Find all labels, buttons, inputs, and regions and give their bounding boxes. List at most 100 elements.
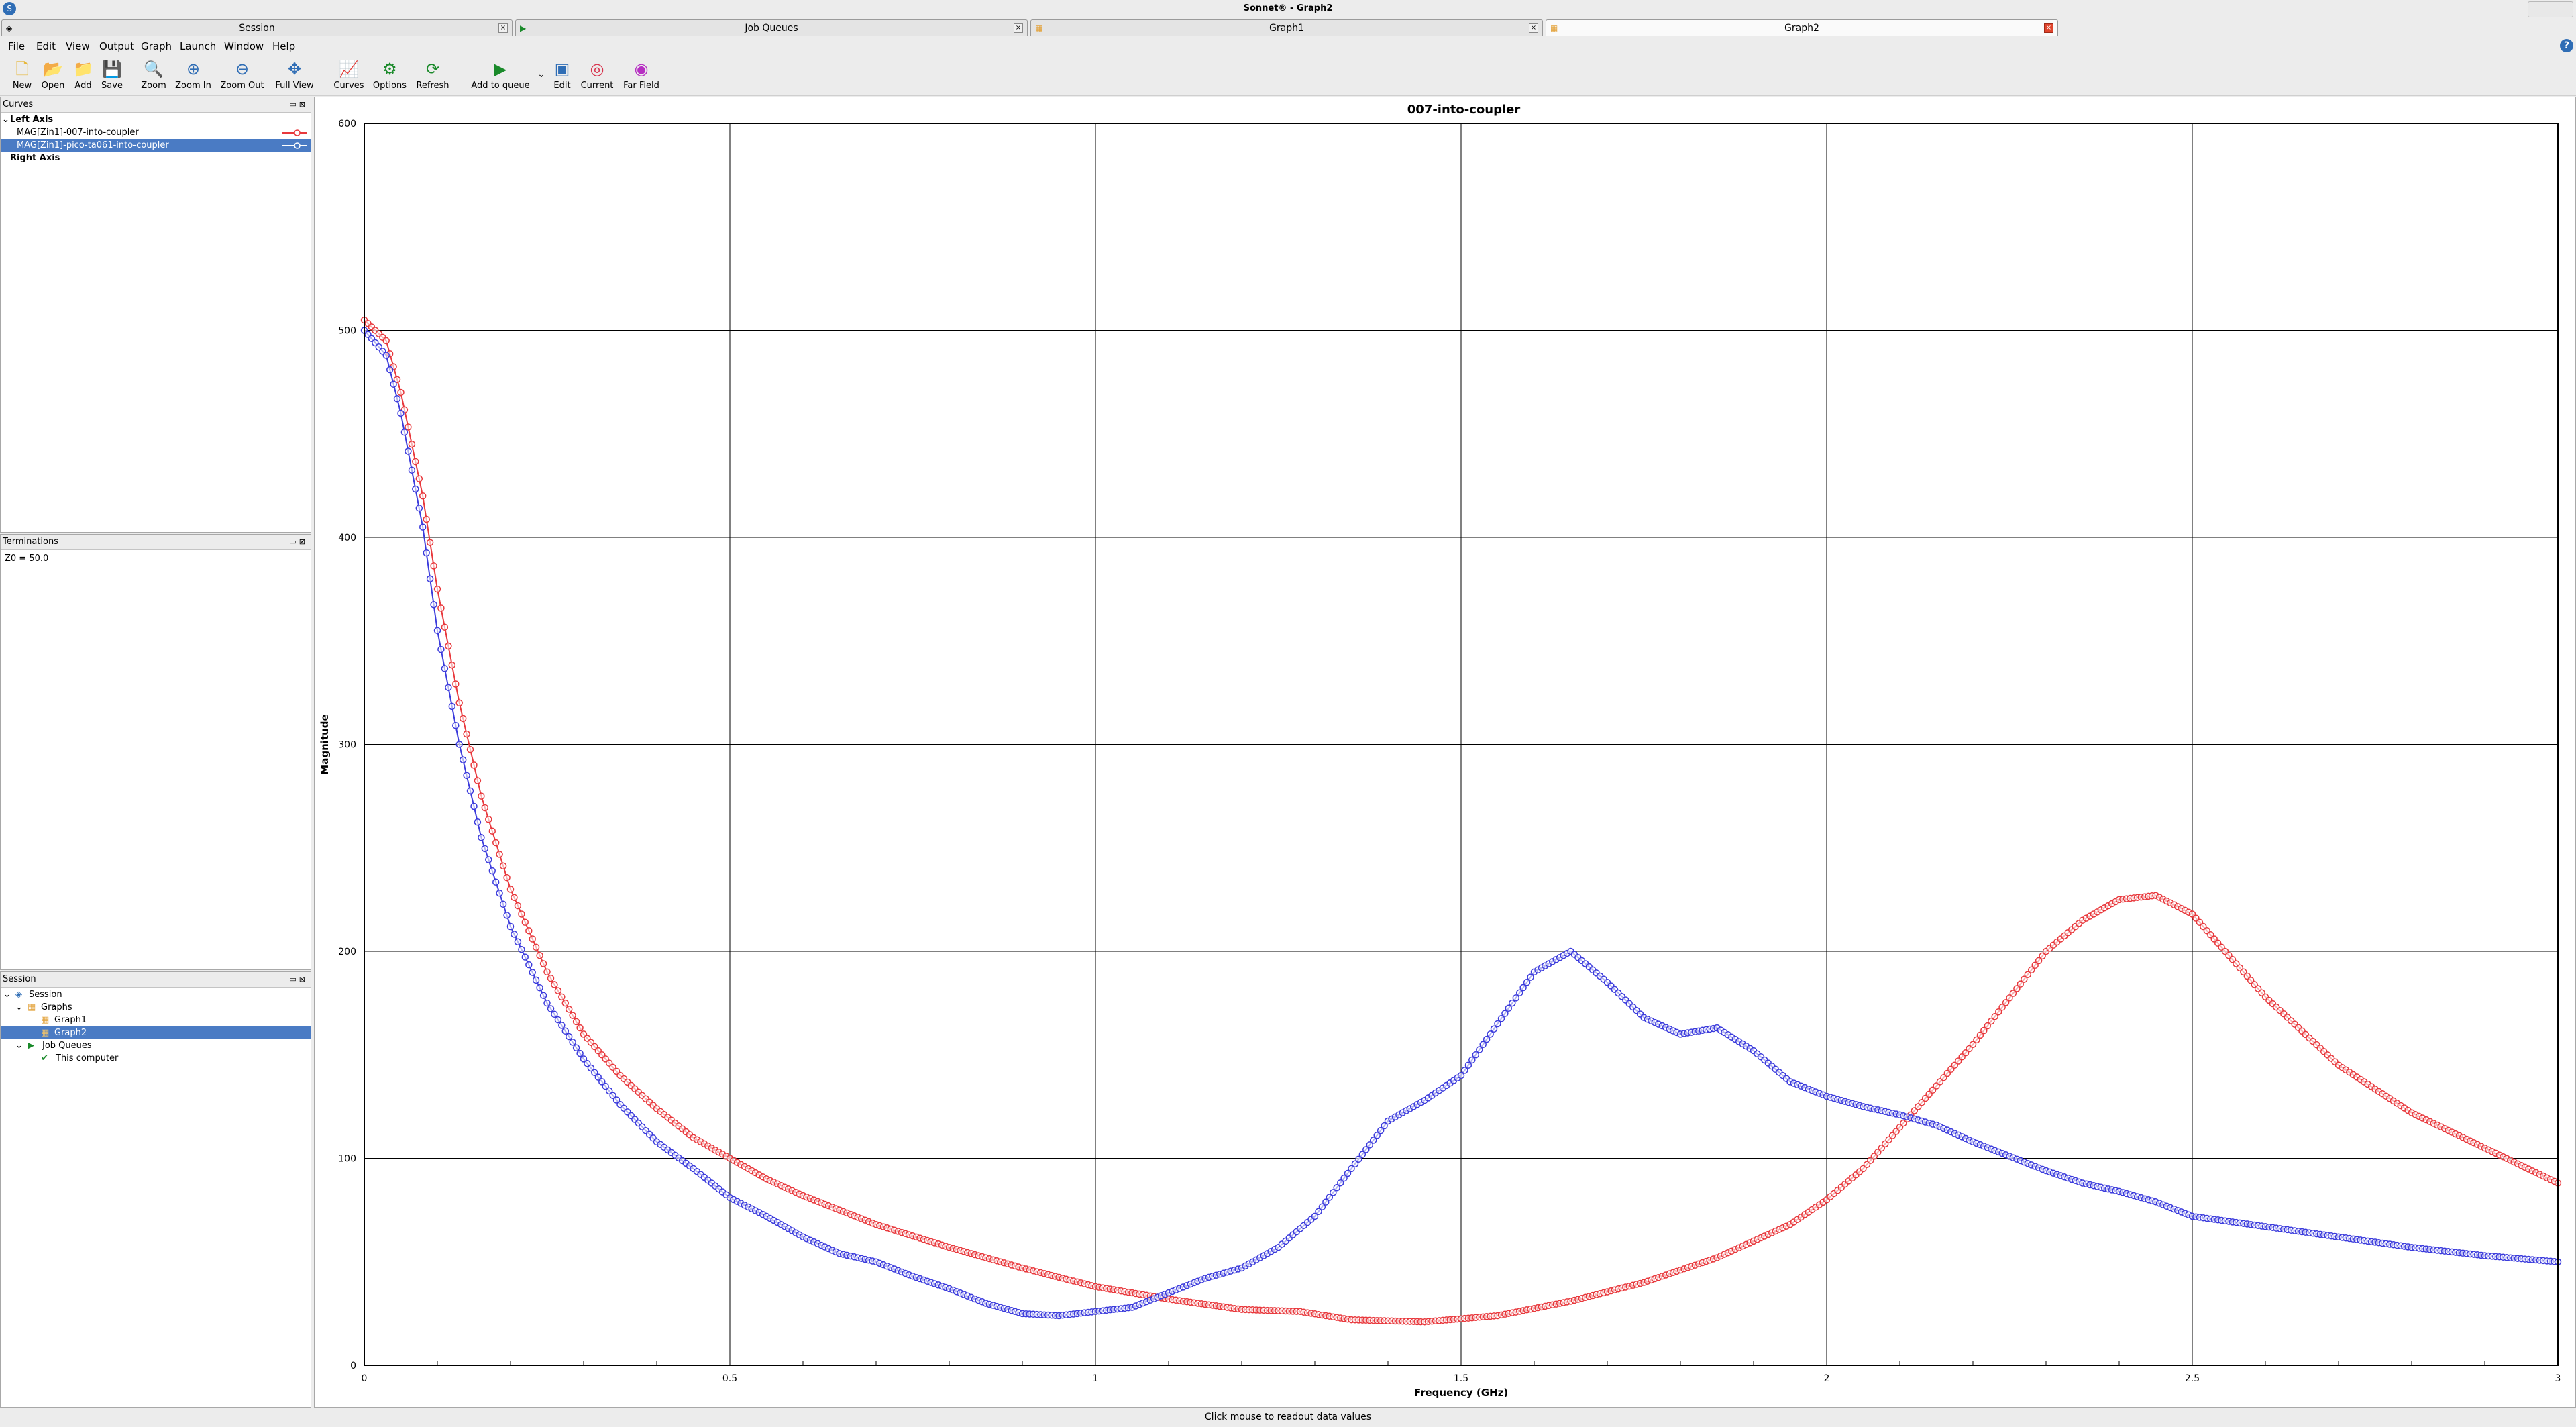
tree-job-queues[interactable]: ⌄ ▶ Job Queues [1,1039,311,1052]
tab-job-queues[interactable]: ▶ Job Queues × [515,19,1028,36]
x-tick-label: 0.5 [722,1373,737,1384]
data-point-marker [561,1027,570,1035]
data-point-marker [485,816,492,823]
tree-session[interactable]: ⌄ ◈ Session [1,988,311,1001]
edit-grid-icon: ▣ [554,60,570,78]
data-point-marker [499,862,507,869]
curve-item-007[interactable]: MAG[Zin1]-007-into-coupler [1,126,311,139]
full-view-button[interactable]: ✥ Full View [271,59,318,91]
run-queue-icon: ▶ [494,60,507,78]
data-point-marker [412,458,419,466]
data-point-marker [393,395,401,403]
session-icon: ◈ [15,990,22,1000]
graph-area[interactable]: 007-into-coupler 0 0.5 1 1.5 2 2.5 3 0 100 200 300… [314,97,2576,1408]
close-icon[interactable]: × [498,23,508,33]
chevron-down-icon: ⌄ [3,990,11,1000]
data-point-marker [481,804,489,812]
chevron-down-icon: ⌄ [537,69,545,80]
menu-edit[interactable]: Edit [36,40,56,52]
far-field-icon: ◉ [634,60,649,78]
data-point-marker [441,623,449,631]
data-point-marker [554,1016,562,1024]
tab-graph2[interactable]: ▦ Graph2 × [1546,19,2058,36]
data-point-marker [503,874,511,882]
close-icon[interactable]: × [2044,23,2053,33]
data-point-marker [459,756,467,763]
close-icon[interactable]: × [1014,23,1023,33]
data-point-marker [382,337,390,345]
far-field-button[interactable]: ◉ Far Field [620,59,663,91]
magnitude-chart[interactable]: 007-into-coupler 0 0.5 1 1.5 2 2.5 3 0 100 200 300… [315,97,2575,1407]
tree-graphs[interactable]: ⌄ ▦ Graphs [1,1001,311,1014]
data-point-marker [569,1039,576,1046]
options-button[interactable]: ⚙ Options [370,59,409,91]
data-point-marker [485,856,492,863]
data-point-marker [499,900,507,908]
data-point-marker [466,745,474,753]
tab-bar: ◈ Session × ▶ Job Queues × ▦ Graph1 × ▦ … [0,19,2576,37]
menu-file[interactable]: File [8,40,25,52]
data-point-marker [430,562,437,570]
tab-graph1[interactable]: ▦ Graph1 × [1030,19,1543,36]
data-point-marker [386,366,394,374]
session-panel-header: Session ▭⊠ [1,972,311,988]
tab-session[interactable]: ◈ Session × [1,19,513,36]
data-point-marker [481,845,489,853]
add-button[interactable]: 📁 Add [70,59,97,91]
data-point-marker [448,661,456,669]
tree-graph1[interactable]: ▦ Graph1 [1,1014,311,1026]
curves-button[interactable]: 📈 Curves [331,59,366,91]
data-point-marker [576,1049,584,1057]
data-point-marker [452,680,460,688]
refresh-button[interactable]: ⟳ Refresh [412,59,453,91]
data-point-marker [470,761,478,769]
menu-output[interactable]: Output [99,40,134,52]
chart-ticks: 0 0.5 1 1.5 2 2.5 3 0 100 200 300 400 500 600 [338,119,2561,1384]
close-icon[interactable]: × [1529,23,1538,33]
data-point-marker [514,902,522,910]
data-point-marker [448,702,456,710]
zoom-out-button[interactable]: ⊖ Zoom Out [217,59,267,91]
add-to-queue-button[interactable]: ▶ Add to queue [468,59,533,91]
current-button[interactable]: ◎ Current [578,59,616,91]
data-point-marker [405,447,412,455]
x-tick-label: 2.5 [2185,1373,2200,1384]
data-point-marker [478,834,485,841]
window-controls[interactable] [2528,1,2573,17]
save-icon: 💾 [102,60,122,78]
data-point-marker [437,604,445,612]
menu-graph[interactable]: Graph [141,40,172,52]
panel-buttons[interactable]: ▭⊠ [289,975,308,984]
edit-button[interactable]: ▣ Edit [550,59,574,91]
open-button[interactable]: 📂 Open [39,59,67,91]
chevron-down-icon: ⌄ [15,1041,23,1051]
menu-view[interactable]: View [66,40,90,52]
add-to-queue-dropdown[interactable]: ⌄ [535,67,547,80]
x-tick-label: 3 [2555,1373,2561,1384]
tree-graph2[interactable]: ▦ Graph2 [1,1026,311,1039]
menu-launch[interactable]: Launch [180,40,216,52]
zoom-out-icon: ⊖ [235,60,250,78]
right-axis-node[interactable]: Right Axis [1,152,311,164]
save-button[interactable]: 💾 Save [98,59,126,91]
data-point-marker [423,515,430,523]
data-point-marker [511,894,518,902]
folder-icon: ▦ [28,1002,36,1012]
tree-this-computer[interactable]: ✔ This computer [1,1052,311,1065]
x-tick-label: 2 [1824,1373,1830,1384]
menu-help[interactable]: Help [272,40,295,52]
new-button[interactable]: 🗋 New [8,59,36,91]
y-tick-label: 600 [338,119,356,129]
curve-item-pico[interactable]: MAG[Zin1]-pico-ta061-into-coupler [1,139,311,152]
graph-icon: ▦ [41,1015,50,1025]
window-title: Sonnet® - Graph2 [1243,3,1333,13]
data-point-marker [539,960,547,967]
data-point-marker [445,642,452,650]
zoom-in-button[interactable]: ⊕ Zoom In [172,59,215,91]
panel-buttons[interactable]: ▭⊠ [289,537,308,546]
left-axis-node[interactable]: ⌄ Left Axis [1,113,311,126]
menu-window[interactable]: Window [224,40,264,52]
help-icon[interactable]: ? [2560,39,2573,52]
panel-buttons[interactable]: ▭⊠ [289,100,308,109]
zoom-button[interactable]: 🔍 Zoom [138,59,169,91]
